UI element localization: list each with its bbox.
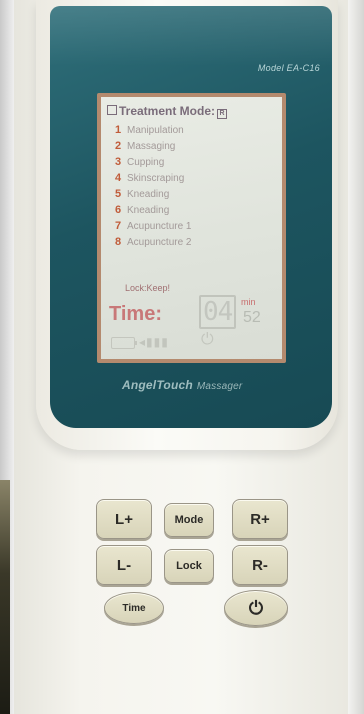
mode-label: Kneading [127, 189, 170, 200]
brand-suffix: Massager [196, 381, 243, 392]
lock-label: Lock: [125, 283, 147, 293]
background-left [0, 0, 14, 714]
mode-item: 5 Kneading [115, 188, 169, 200]
mode-label: Manipulation [127, 125, 184, 136]
mode-number: 8 [115, 236, 122, 248]
mode-item: 6 Kneading [115, 204, 169, 216]
r-minus-button[interactable]: R- [232, 545, 288, 585]
lcd-screen: Treatment Mode: R 1 Manipulation 2 Massagin… [101, 97, 282, 359]
mode-label: Massaging [127, 141, 176, 152]
minutes-digits: 04 [199, 295, 237, 329]
mode-label: Kneading [127, 205, 170, 216]
brand-label: AngelTouch Massager [122, 378, 242, 392]
r-plus-button[interactable]: R+ [232, 499, 288, 539]
minutes-unit: min [241, 297, 256, 307]
mode-number: 1 [115, 124, 122, 136]
mode-number: 3 [115, 156, 122, 168]
mode-label: Acupuncture 2 [127, 237, 192, 248]
mode-button[interactable]: Mode [164, 503, 214, 537]
l-plus-button[interactable]: L+ [96, 499, 152, 539]
l-minus-button[interactable]: L- [96, 545, 152, 585]
mode-item: 1 Manipulation [115, 124, 184, 136]
lock-value: Keep! [146, 283, 171, 293]
background-right [348, 0, 364, 714]
bezel-shine [50, 6, 332, 66]
title-box-icon [107, 105, 117, 115]
mode-item: 3 Cupping [115, 156, 164, 168]
power-icon: ⏻ [248, 597, 264, 618]
mode-number: 2 [115, 140, 122, 152]
mode-label: Cupping [127, 157, 165, 168]
screen-title: Treatment Mode [119, 104, 212, 118]
lock-status: Lock:Keep! [125, 283, 170, 293]
background-shadow [0, 480, 10, 714]
mode-number: 7 [115, 220, 122, 232]
mode-number: 5 [115, 188, 122, 200]
time-button[interactable]: Time [104, 592, 164, 624]
signal-icon: ◂▮▮▮ [139, 335, 169, 349]
mode-number: 6 [115, 204, 122, 216]
battery-icon [111, 337, 137, 349]
lock-button[interactable]: Lock [164, 549, 214, 583]
power-button[interactable]: ⏻ [224, 590, 288, 626]
mode-label: Acupuncture 1 [127, 221, 192, 232]
time-seconds: 52 [243, 309, 261, 326]
title-indicator-icon: R [217, 109, 228, 119]
brand-name: AngelTouch [122, 378, 193, 392]
screen-title-row: Treatment Mode: R [107, 104, 228, 119]
model-label: Model EA-C16 [257, 63, 320, 73]
time-label: Time: [109, 303, 162, 325]
mode-item: 7 Acupuncture 1 [115, 220, 192, 232]
mode-item: 4 Skinscraping [115, 172, 184, 184]
mode-label: Skinscraping [127, 173, 185, 184]
time-minutes: 04 [199, 295, 237, 329]
mode-number: 4 [115, 172, 122, 184]
mode-item: 2 Massaging [115, 140, 175, 152]
mode-item: 8 Acupuncture 2 [115, 236, 192, 248]
massager-device: Model EA-C16 Treatment Mode: R 1 Manipulat… [14, 0, 348, 714]
power-indicator-icon: ⏻ [201, 331, 214, 348]
